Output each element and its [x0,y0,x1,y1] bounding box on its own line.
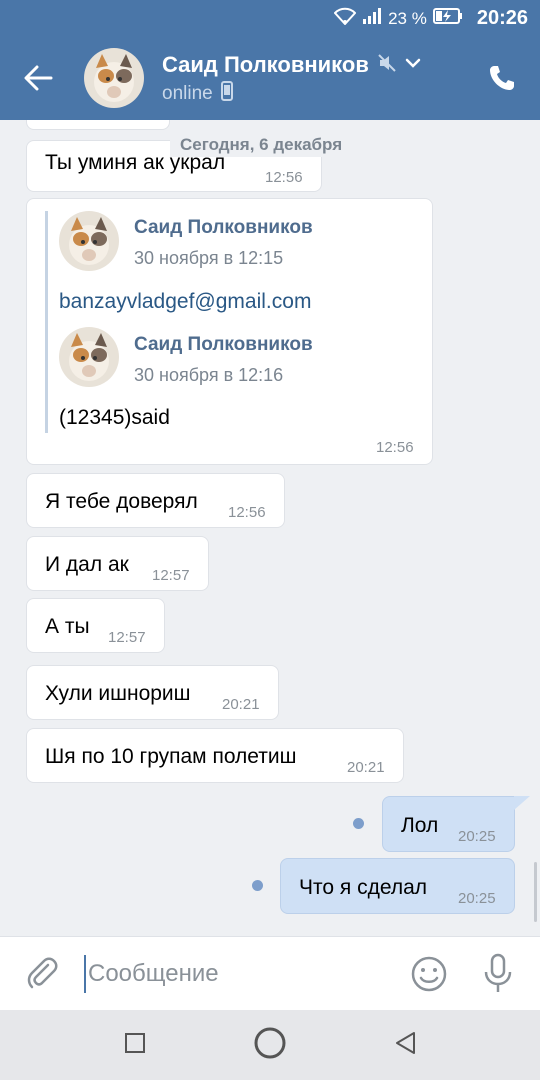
message-bubble[interactable]: И дал ак 12:57 [26,536,209,591]
back-button[interactable] [18,60,58,100]
scrollbar[interactable] [534,862,537,922]
message-bubble-outgoing[interactable]: Что я сделал 20:25 [280,858,515,914]
message-list[interactable]: Ты уминя ак украл 12:56 Сегодня, 6 декаб… [0,120,540,936]
forwarded-quote-bar [45,211,48,433]
square-icon [124,1032,146,1059]
message-bubble-outgoing[interactable]: Лол 20:25 [382,796,515,852]
triangle-back-icon [394,1031,416,1060]
message-composer [0,936,540,1010]
message-bubble[interactable]: Я тебе доверял 12:56 [26,473,285,528]
smiley-icon [409,956,449,998]
emoji-button[interactable] [409,954,449,994]
clock: 20:26 [476,7,528,29]
avatar[interactable] [59,211,119,271]
message-input[interactable] [84,955,384,993]
chevron-down-icon[interactable] [405,56,421,74]
phone-icon [488,64,516,97]
contact-name-row[interactable]: Саид Полковников [162,52,421,78]
microphone-icon [478,953,518,998]
call-button[interactable] [482,60,522,100]
forwarded-author[interactable]: Саид Полковников [134,217,313,239]
message-text: Хули ишнориш [45,682,191,705]
email-link[interactable]: banzayvladgef@gmail.com [59,290,311,314]
forwarded-message-bubble[interactable]: Саид Полковников 30 ноября в 12:15 banza… [26,198,433,465]
battery-percent: 23 % [388,8,427,28]
muted-speaker-icon [377,53,397,78]
contact-status: online [162,83,213,104]
forwarded-date: 30 ноября в 12:16 [134,365,284,385]
message-time: 20:25 [458,890,496,907]
arrow-left-icon [23,65,53,96]
avatar[interactable] [59,327,119,387]
message-bubble[interactable]: А ты 12:57 [26,598,165,653]
message-time: 12:56 [265,169,303,186]
paperclip-icon [22,957,62,997]
system-navigation-bar [0,1010,540,1080]
bubble-tail [514,796,530,810]
attach-button[interactable] [22,953,62,993]
message-time: 20:21 [347,759,385,776]
status-indicators: 23 % 20:26 [333,7,528,30]
message-time: 12:57 [108,629,146,646]
message-bubble-partial-top[interactable] [26,120,170,130]
message-text: А ты [45,615,90,638]
forwarded-text: (12345)said [59,406,170,429]
message-time: 20:25 [458,828,496,845]
message-text: Что я сделал [299,876,428,899]
signal-icon [362,7,382,30]
forwarded-date: 30 ноября в 12:15 [134,248,284,268]
message-text: Лол [401,814,439,837]
unread-indicator [252,880,263,891]
unread-indicator [353,818,364,829]
mobile-phone-icon [220,81,233,107]
voice-message-button[interactable] [478,952,518,994]
message-text: Я тебе доверял [45,490,198,513]
message-text: И дал ак [45,553,129,576]
contact-name: Саид Полковников [162,52,369,77]
forwarded-author[interactable]: Саид Полковников [134,334,313,356]
home-button[interactable] [250,1025,290,1065]
message-time: 12:56 [376,439,414,456]
wifi-icon [333,7,357,30]
chat-header: Саид Полковников online [0,38,540,120]
message-time: 20:21 [222,696,260,713]
contact-status-row: online [162,81,233,107]
battery-charging-icon [432,7,463,30]
circle-icon [253,1026,287,1065]
recents-button[interactable] [115,1025,155,1065]
message-time: 12:56 [228,504,266,521]
message-text: Шя по 10 групам полетиш [45,745,297,768]
avatar[interactable] [84,48,144,108]
status-bar: 23 % 20:26 [0,0,540,38]
message-time: 12:57 [152,567,190,584]
date-separator: Сегодня, 6 декабря [170,133,353,157]
message-bubble[interactable]: Хули ишнориш 20:21 [26,665,279,720]
back-nav-button[interactable] [385,1025,425,1065]
message-bubble[interactable]: Шя по 10 групам полетиш 20:21 [26,728,404,783]
